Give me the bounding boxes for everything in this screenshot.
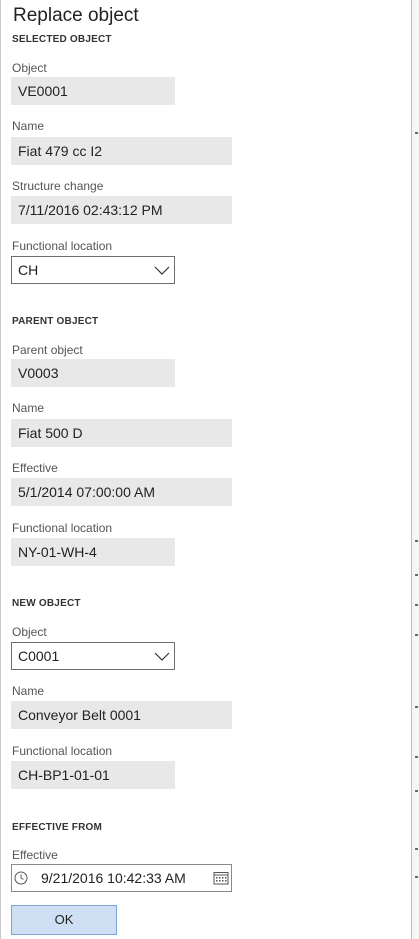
parent-effective-field[interactable]: 5/1/2014 07:00:00 AM	[11, 478, 232, 506]
selected-object-field[interactable]: VE0001	[11, 77, 175, 105]
background-window-edge	[412, 0, 419, 939]
new-functional-location-label: Functional location	[12, 744, 113, 758]
parent-object-field[interactable]: V0003	[11, 359, 175, 387]
new-functional-location-field[interactable]: CH-BP1-01-01	[11, 761, 175, 789]
parent-object-label: Parent object	[12, 343, 83, 357]
new-object-label: Object	[12, 625, 47, 639]
parent-object-heading: PARENT OBJECT	[12, 316, 99, 327]
dialog-title: Replace object	[13, 5, 139, 26]
new-object-dropdown[interactable]: C0001	[11, 642, 175, 670]
parent-name-field[interactable]: Fiat 500 D	[11, 419, 232, 447]
new-name-field[interactable]: Conveyor Belt 0001	[11, 701, 232, 729]
structure-change-label: Structure change	[12, 179, 104, 193]
selected-object-heading: SELECTED OBJECT	[12, 34, 112, 45]
ok-button[interactable]: OK	[11, 905, 117, 935]
new-object-value: C0001	[18, 648, 60, 664]
parent-functional-location-label: Functional location	[12, 521, 113, 535]
new-object-heading: NEW OBJECT	[12, 598, 81, 609]
parent-functional-location-field[interactable]: NY-01-WH-4	[11, 538, 175, 566]
selected-name-label: Name	[12, 119, 45, 133]
chevron-down-icon	[154, 266, 170, 275]
clock-icon[interactable]	[14, 871, 28, 885]
effective-datetime-input[interactable]: 9/21/2016 10:42:33 AM	[11, 864, 232, 892]
effective-label: Effective	[12, 848, 58, 862]
structure-change-field[interactable]: 7/11/2016 02:43:12 PM	[11, 196, 232, 224]
selected-functional-location-value: CH	[18, 262, 39, 278]
effective-datetime-value: 9/21/2016 10:42:33 AM	[41, 870, 186, 886]
parent-name-label: Name	[12, 401, 45, 415]
parent-effective-label: Effective	[12, 461, 58, 475]
selected-functional-location-label: Functional location	[12, 239, 113, 253]
selected-functional-location-dropdown[interactable]: CH	[11, 256, 175, 284]
selected-name-field[interactable]: Fiat 479 cc I2	[11, 137, 232, 165]
effective-from-heading: EFFECTIVE FROM	[12, 822, 103, 833]
calendar-icon[interactable]	[213, 871, 229, 885]
selected-object-label: Object	[12, 61, 47, 75]
new-name-label: Name	[12, 684, 45, 698]
chevron-down-icon	[154, 652, 170, 661]
